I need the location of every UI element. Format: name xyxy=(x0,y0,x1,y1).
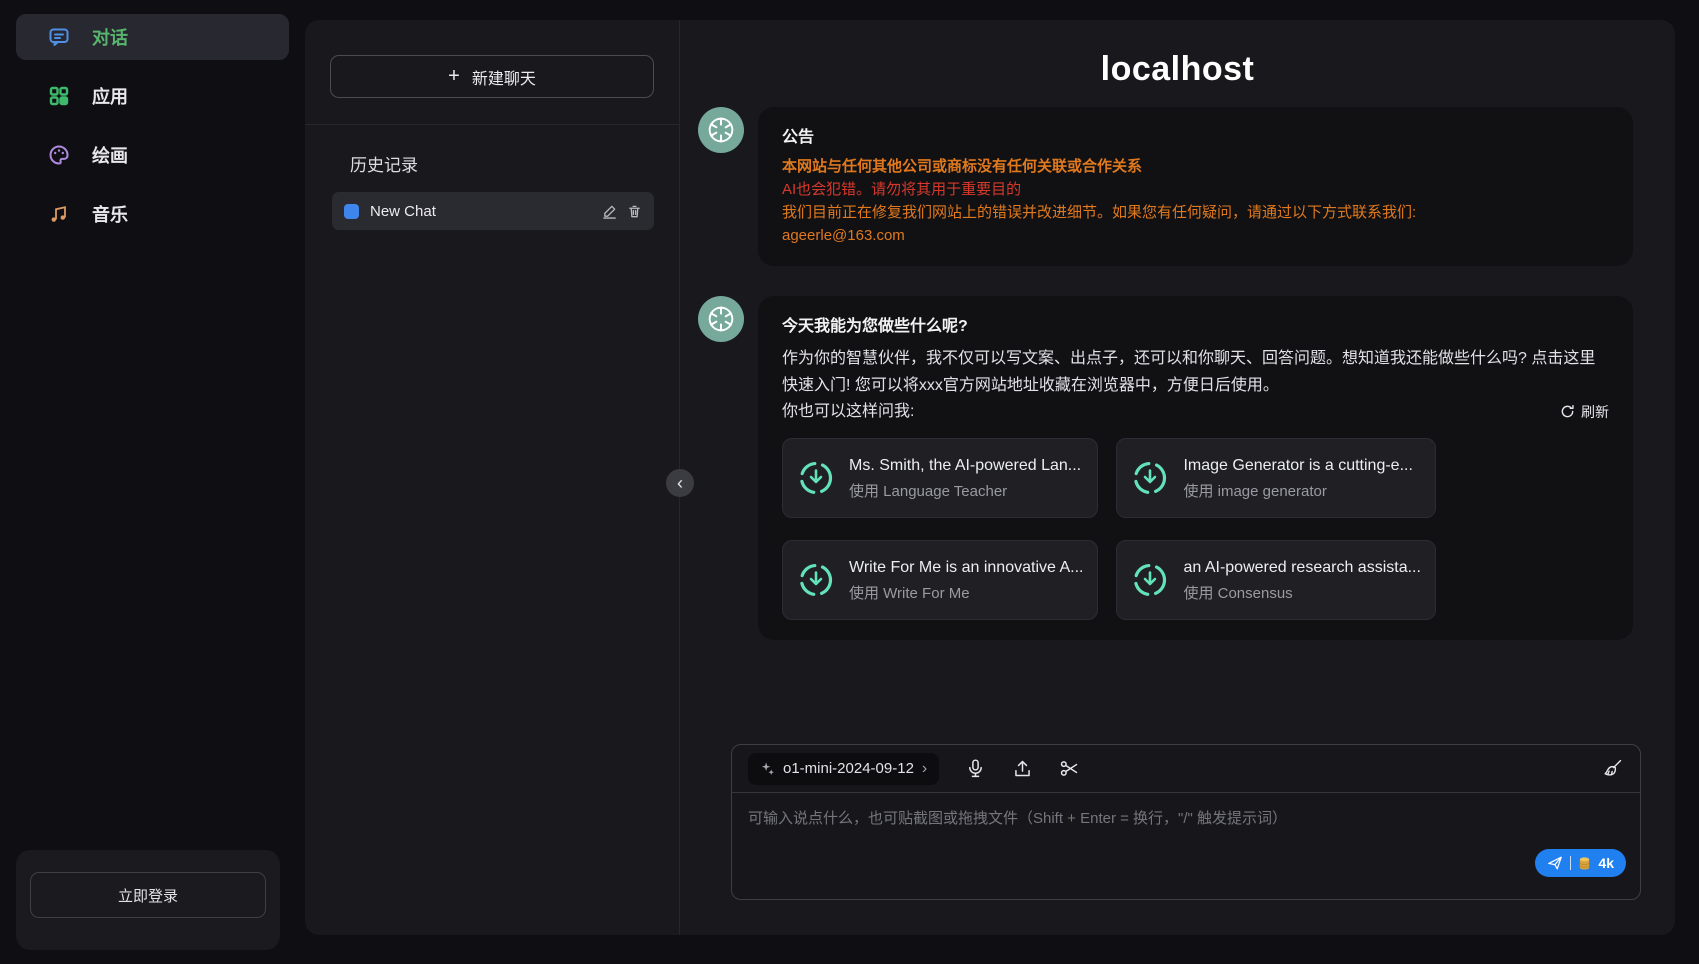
welcome-body: 作为你的智慧伙伴，我不仅可以写文案、出点子，还可以和你聊天、回答问题。想知道我还… xyxy=(782,345,1609,399)
install-circle-icon xyxy=(797,459,835,497)
suggestion-subtitle: 使用 Language Teacher xyxy=(849,481,1081,502)
chat-item-actions xyxy=(602,204,642,219)
sidebar-item-apps[interactable]: 应用 xyxy=(16,73,289,119)
chat-main: localhost xyxy=(680,20,1675,935)
announcement-line: 本网站与任何其他公司或商标没有任何关联或合作关系 xyxy=(782,156,1609,177)
welcome-bubble: 今天我能为您做些什么呢? 作为你的智慧伙伴，我不仅可以写文案、出点子，还可以和你… xyxy=(758,296,1633,640)
send-plane-icon xyxy=(1547,855,1563,871)
chat-bubble-icon xyxy=(48,26,70,48)
refresh-label: 刷新 xyxy=(1581,402,1609,422)
suggestion-text: Write For Me is an innovative A... 使用 Wr… xyxy=(849,557,1083,604)
delete-icon[interactable] xyxy=(627,204,642,219)
scissors-icon[interactable] xyxy=(1059,758,1080,779)
chevron-left-icon: ‹ xyxy=(677,473,683,493)
login-card: 立即登录 xyxy=(16,850,280,950)
install-circle-icon xyxy=(1131,561,1169,599)
apps-grid-icon xyxy=(48,85,70,107)
composer: o1-mini-2024-09-12 › xyxy=(731,744,1641,900)
refresh-icon xyxy=(1560,404,1575,419)
welcome-title: 今天我能为您做些什么呢? xyxy=(782,316,1609,337)
sidebar-item-music[interactable]: 音乐 xyxy=(16,191,289,237)
suggestion-title: an AI-powered research assista... xyxy=(1183,557,1420,578)
new-chat-label: 新建聊天 xyxy=(472,65,536,89)
assistant-avatar-icon xyxy=(698,107,744,153)
sidebar-item-chat[interactable]: 对话 xyxy=(16,14,289,60)
announcement-line: AI也会犯错。请勿将其用于重要目的 xyxy=(782,179,1609,200)
hint-row: 你也可以这样问我: 刷新 xyxy=(782,401,1609,422)
plus-icon: + xyxy=(448,65,460,88)
page-title: localhost xyxy=(680,50,1675,89)
suggestion-subtitle: 使用 Write For Me xyxy=(849,583,1083,604)
model-selector[interactable]: o1-mini-2024-09-12 › xyxy=(748,753,939,785)
sidebar-item-label: 应用 xyxy=(92,83,128,109)
suggestion-subtitle: 使用 Consensus xyxy=(1183,583,1420,604)
announcement-line: 我们目前正在修复我们网站上的错误并改进细节。如果您有任何疑问，请通过以下方式联系… xyxy=(782,202,1609,223)
palette-icon xyxy=(48,144,70,166)
suggestion-card[interactable]: Ms. Smith, the AI-powered Lan... 使用 Lang… xyxy=(782,438,1098,518)
announcement-title: 公告 xyxy=(782,127,1609,148)
assistant-avatar-icon xyxy=(698,296,744,342)
microphone-icon[interactable] xyxy=(965,758,986,779)
suggestion-title: Ms. Smith, the AI-powered Lan... xyxy=(849,455,1081,476)
install-circle-icon xyxy=(1131,459,1169,497)
token-count: 4k xyxy=(1598,855,1614,871)
sidebar-item-label: 音乐 xyxy=(92,201,128,227)
suggestion-card[interactable]: Write For Me is an innovative A... 使用 Wr… xyxy=(782,540,1098,620)
chat-list-column: + 新建聊天 历史记录 New Chat xyxy=(305,20,680,935)
chat-header: localhost xyxy=(680,20,1675,107)
refresh-button[interactable]: 刷新 xyxy=(1560,402,1609,422)
new-chat-button[interactable]: + 新建聊天 xyxy=(330,55,654,98)
music-note-icon xyxy=(48,203,70,225)
badge-divider xyxy=(1570,856,1571,870)
composer-toolbar: o1-mini-2024-09-12 › xyxy=(732,745,1640,793)
sparkle-icon xyxy=(760,761,775,776)
suggestion-subtitle: 使用 image generator xyxy=(1183,481,1412,502)
edit-icon[interactable] xyxy=(602,204,617,219)
suggestion-title: Image Generator is a cutting-e... xyxy=(1183,455,1412,476)
coin-icon xyxy=(1578,856,1591,871)
sidebar: 对话 应用 绘画 xyxy=(0,0,305,964)
suggestion-grid: Ms. Smith, the AI-powered Lan... 使用 Lang… xyxy=(782,438,1434,620)
sidebar-item-label: 绘画 xyxy=(92,142,128,168)
message-welcome: 今天我能为您做些什么呢? 作为你的智慧伙伴，我不仅可以写文案、出点子，还可以和你… xyxy=(698,296,1633,640)
suggestion-title: Write For Me is an innovative A... xyxy=(849,557,1083,578)
suggestion-card[interactable]: an AI-powered research assista... 使用 Con… xyxy=(1116,540,1435,620)
chevron-right-icon: › xyxy=(922,760,927,778)
announcement-email: ageerle@163.com xyxy=(782,225,1609,246)
content-panel: + 新建聊天 历史记录 New Chat ‹ xyxy=(305,20,1675,935)
message-announcement: 公告 本网站与任何其他公司或商标没有任何关联或合作关系 AI也会犯错。请勿将其用… xyxy=(698,107,1633,266)
send-token-badge[interactable]: 4k xyxy=(1535,849,1626,877)
install-circle-icon xyxy=(797,561,835,599)
history-title: 历史记录 xyxy=(305,125,679,192)
sidebar-item-draw[interactable]: 绘画 xyxy=(16,132,289,178)
upload-icon[interactable] xyxy=(1012,758,1033,779)
message-list: 公告 本网站与任何其他公司或商标没有任何关联或合作关系 AI也会犯错。请勿将其用… xyxy=(680,107,1675,734)
clear-broom-icon[interactable] xyxy=(1603,758,1624,779)
message-input[interactable] xyxy=(732,793,1640,897)
model-label: o1-mini-2024-09-12 xyxy=(783,760,914,777)
suggestion-card[interactable]: Image Generator is a cutting-e... 使用 ima… xyxy=(1116,438,1435,518)
chat-item-icon xyxy=(344,204,359,219)
chat-item-title: New Chat xyxy=(370,203,591,220)
suggestion-text: Ms. Smith, the AI-powered Lan... 使用 Lang… xyxy=(849,455,1081,502)
login-button[interactable]: 立即登录 xyxy=(30,872,266,918)
suggestion-text: Image Generator is a cutting-e... 使用 ima… xyxy=(1183,455,1412,502)
announcement-bubble: 公告 本网站与任何其他公司或商标没有任何关联或合作关系 AI也会犯错。请勿将其用… xyxy=(758,107,1633,266)
ask-hint: 你也可以这样问我: xyxy=(782,401,914,422)
chat-history-item[interactable]: New Chat xyxy=(332,192,654,230)
suggestion-text: an AI-powered research assista... 使用 Con… xyxy=(1183,557,1420,604)
sidebar-item-label: 对话 xyxy=(92,24,128,50)
chat-list-header: + 新建聊天 xyxy=(305,20,679,125)
collapse-sidebar-button[interactable]: ‹ xyxy=(666,469,694,497)
